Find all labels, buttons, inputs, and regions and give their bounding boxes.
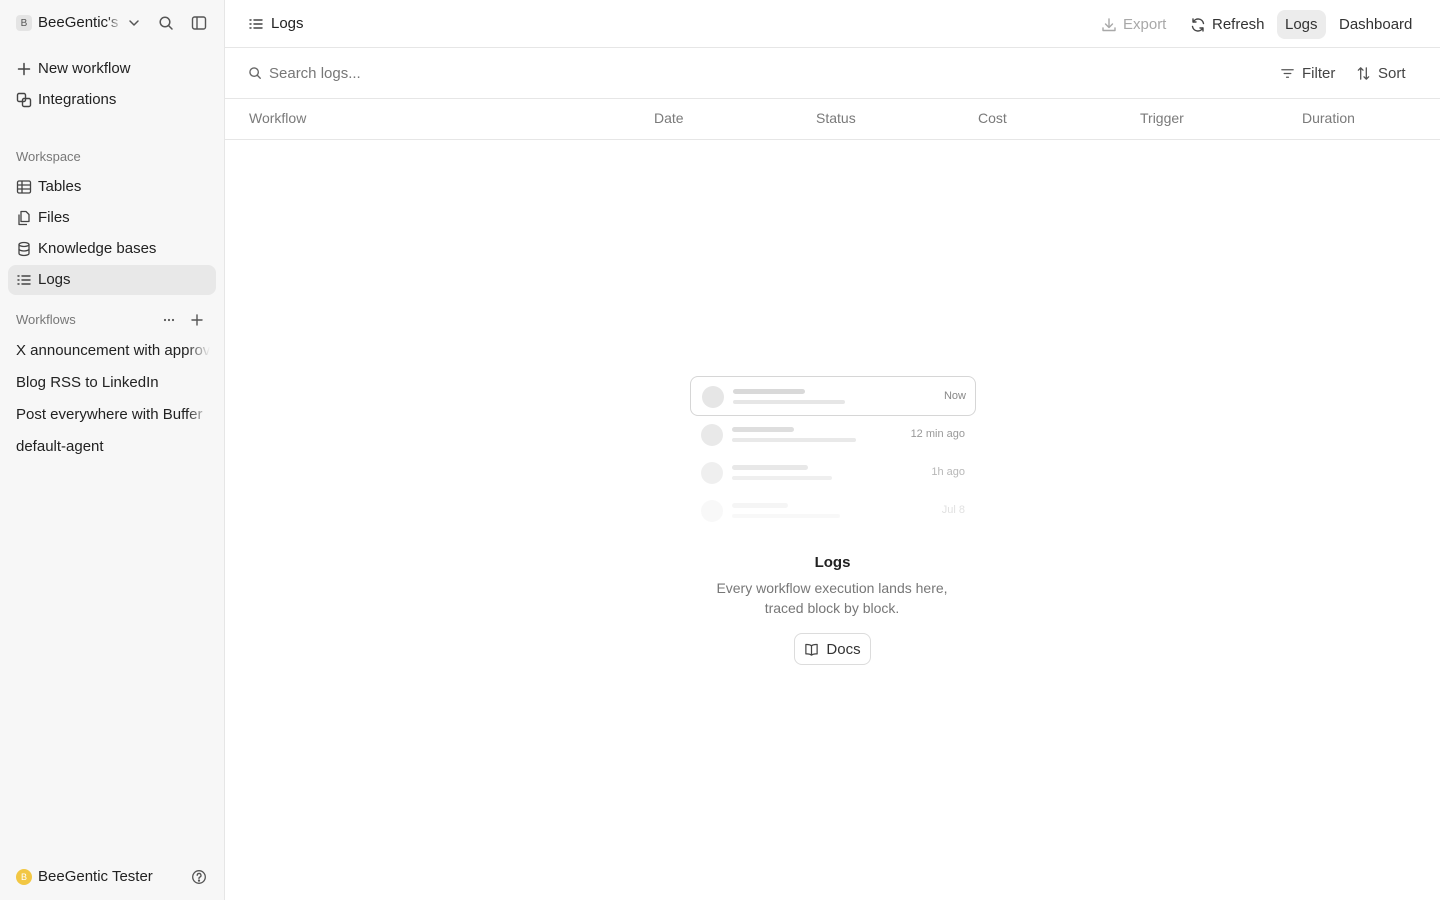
column-header-status[interactable]: Status	[816, 110, 856, 126]
database-icon	[16, 241, 32, 257]
column-header-workflow[interactable]: Workflow	[249, 110, 306, 126]
search-bar: Filter Sort	[225, 48, 1440, 99]
illustration-time: Now	[943, 390, 966, 402]
illustration-time: Jul 8	[941, 504, 965, 516]
workspace-name: BeeGentic's	[38, 14, 119, 31]
download-icon	[1102, 17, 1116, 31]
illustration-card: Now	[690, 376, 976, 416]
table-icon	[16, 179, 32, 195]
illustration-line	[733, 400, 845, 404]
sidebar: B BeeGentic's New workflow Integrations …	[0, 0, 225, 900]
sort-label: Sort	[1378, 64, 1406, 82]
illustration-line	[732, 438, 856, 442]
illustration-line	[732, 465, 808, 470]
refresh-icon	[1191, 17, 1205, 32]
user-name: BeeGentic Tester	[38, 868, 153, 885]
tab-dashboard[interactable]: Dashboard	[1331, 10, 1420, 39]
empty-state-illustration: Now 12 min ago 1h ago Jul 8	[690, 376, 976, 526]
sort-button[interactable]: Sort	[1356, 61, 1406, 85]
illustration-time: 12 min ago	[910, 428, 965, 440]
more-icon[interactable]	[161, 312, 177, 328]
workflow-item[interactable]: Blog RSS to LinkedIn	[16, 374, 210, 391]
column-header-cost[interactable]: Cost	[978, 110, 1007, 126]
main-content: Logs Export Refresh Logs Dashboard Filte…	[225, 0, 1440, 900]
topbar: Logs Export Refresh Logs Dashboard	[225, 0, 1440, 48]
workflows-section-title: Workflows	[16, 312, 76, 327]
column-header-trigger[interactable]: Trigger	[1140, 110, 1184, 126]
search-icon[interactable]	[158, 15, 174, 31]
illustration-dot	[702, 386, 724, 408]
export-button[interactable]: Export	[1093, 10, 1174, 39]
new-workflow-label: New workflow	[38, 60, 131, 77]
book-icon	[805, 643, 819, 656]
filter-button[interactable]: Filter	[1280, 61, 1335, 85]
sidebar-item-label: Knowledge bases	[38, 240, 157, 257]
search-icon	[248, 66, 262, 80]
refresh-button[interactable]: Refresh	[1182, 10, 1273, 39]
illustration-dot	[701, 462, 723, 484]
new-workflow-button[interactable]: New workflow	[8, 54, 216, 84]
refresh-label: Refresh	[1212, 16, 1265, 33]
docs-button[interactable]: Docs	[794, 633, 871, 665]
filter-label: Filter	[1302, 64, 1336, 82]
workflow-item[interactable]: Post everywhere with Buffer	[16, 406, 210, 423]
help-icon[interactable]	[191, 869, 207, 885]
list-icon	[16, 272, 32, 288]
user-menu[interactable]: B BeeGentic Tester	[0, 860, 225, 894]
workflow-item[interactable]: X announcement with approval	[16, 342, 210, 359]
docs-label: Docs	[826, 640, 861, 658]
integrations-icon	[16, 92, 32, 108]
illustration-line	[732, 427, 794, 432]
sidebar-toggle-icon[interactable]	[191, 15, 207, 31]
illustration-row: 12 min ago	[690, 415, 976, 455]
illustration-row: Jul 8	[690, 491, 976, 531]
column-header-date[interactable]: Date	[654, 110, 684, 126]
illustration-row: 1h ago	[690, 453, 976, 493]
sidebar-item-label: Files	[38, 209, 70, 226]
page-title: Logs	[271, 15, 304, 32]
illustration-dot	[701, 500, 723, 522]
illustration-line	[732, 503, 788, 508]
tab-logs[interactable]: Logs	[1277, 10, 1326, 39]
illustration-line	[732, 476, 832, 480]
app-root: B BeeGentic's New workflow Integrations …	[0, 0, 1440, 900]
table-header: Workflow Date Status Cost Trigger Durati…	[225, 99, 1440, 140]
empty-state-title: Logs	[814, 554, 851, 571]
sidebar-item-files[interactable]: Files	[8, 203, 216, 233]
sort-icon	[1357, 66, 1370, 80]
chevron-down-icon[interactable]	[126, 15, 142, 31]
sidebar-item-logs[interactable]: Logs	[8, 265, 216, 295]
files-icon	[16, 210, 32, 226]
workflow-item[interactable]: default-agent	[16, 438, 210, 455]
illustration-line	[732, 514, 840, 518]
illustration-time: 1h ago	[931, 466, 965, 478]
illustration-row: Now	[691, 377, 977, 417]
filter-icon	[1281, 68, 1294, 78]
export-label: Export	[1123, 16, 1167, 33]
plus-icon	[16, 61, 32, 77]
search-input[interactable]	[269, 61, 869, 85]
empty-state-description: Every workflow execution lands here, tra…	[716, 580, 948, 616]
sidebar-item-label: Logs	[38, 271, 71, 288]
sidebar-item-knowledge-bases[interactable]: Knowledge bases	[8, 234, 216, 264]
sidebar-item-label: Integrations	[38, 91, 117, 108]
column-header-duration[interactable]: Duration	[1302, 110, 1355, 126]
avatar: B	[16, 869, 32, 885]
list-icon	[248, 16, 264, 32]
illustration-dot	[701, 424, 723, 446]
sidebar-item-tables[interactable]: Tables	[8, 172, 216, 202]
sidebar-item-integrations[interactable]: Integrations	[8, 85, 216, 115]
sidebar-item-label: Tables	[38, 178, 82, 195]
add-workflow-icon[interactable]	[189, 312, 205, 328]
workspace-badge: B	[16, 15, 32, 31]
illustration-line	[733, 389, 805, 394]
workspace-section-title: Workspace	[16, 149, 81, 164]
